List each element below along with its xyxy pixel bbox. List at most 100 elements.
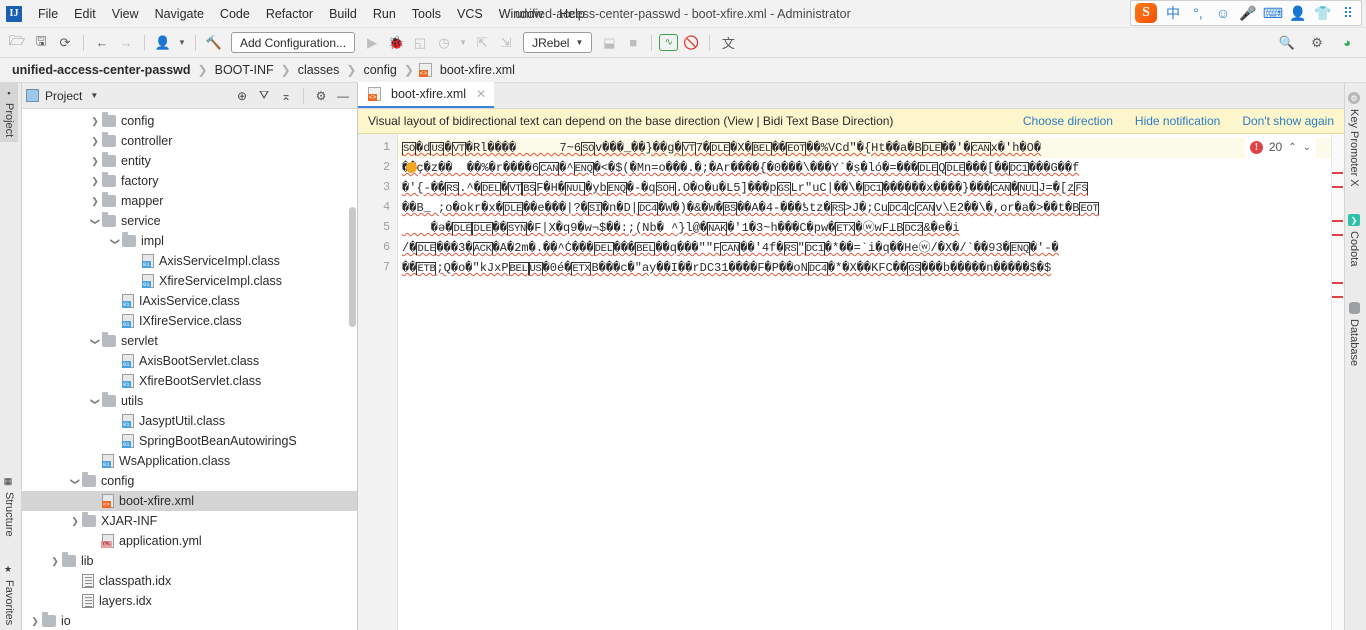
code-line[interactable]: SO�dUS�VT�Rl���� 7~6SOv���_��}��g�VT7�DL…: [398, 138, 1344, 158]
code-content[interactable]: SO�dUS�VT�Rl���� 7~6SOv���_��}��g�VT7�DL…: [398, 134, 1344, 630]
chevron-down-icon[interactable]: ▼: [176, 32, 188, 54]
chevron-right-icon[interactable]: ❯: [88, 156, 102, 167]
editor-tab-boot-xfire-xml[interactable]: boot-xfire.xml ✕: [358, 82, 495, 108]
tree-node-io[interactable]: ❯ io: [22, 611, 357, 630]
menu-item-run[interactable]: Run: [365, 4, 404, 24]
jrebel-monitor-icon[interactable]: ∿: [659, 34, 679, 51]
sidebar-item-key-promoter[interactable]: ⚙ Key Promoter X: [1345, 87, 1363, 192]
gear-icon[interactable]: ⚙: [311, 86, 331, 106]
forward-arrow-icon[interactable]: →: [115, 32, 137, 54]
code-line[interactable]: /�DLE���3�ACK�A�2m�.��^Ċ���DEL���BEL��q�…: [398, 238, 1344, 258]
chevron-right-icon[interactable]: ❯: [48, 556, 62, 567]
open-icon[interactable]: 🗁: [6, 32, 28, 54]
menu-item-code[interactable]: Code: [212, 4, 258, 24]
menu-item-build[interactable]: Build: [321, 4, 365, 24]
error-marker[interactable]: [1332, 234, 1343, 236]
chevron-right-icon[interactable]: ❯: [88, 116, 102, 127]
hide-notification-link[interactable]: Hide notification: [1135, 114, 1220, 128]
breadcrumb-item-classes[interactable]: classes: [296, 63, 342, 77]
chevron-down-icon[interactable]: ▼: [90, 91, 98, 100]
menu-item-view[interactable]: View: [104, 4, 147, 24]
jrebel-selector[interactable]: JRebel ▼: [523, 32, 593, 53]
code-line[interactable]: ��ç�z�� ��%�r����6CAN�^ENQ�<�$(�Mn=o���.…: [398, 158, 1344, 178]
tree-node-service[interactable]: ❯ service: [22, 211, 357, 231]
sidebar-item-favorites[interactable]: ★ Favorites: [0, 560, 18, 630]
search-icon[interactable]: 🔍: [1276, 32, 1298, 54]
sidebar-item-structure[interactable]: ▦ Structure: [0, 472, 18, 542]
expand-all-icon[interactable]: ⛛: [254, 86, 274, 106]
hide-panel-icon[interactable]: —: [333, 86, 353, 106]
ime-punctuation-icon[interactable]: °,: [1189, 4, 1207, 22]
menu-item-tools[interactable]: Tools: [404, 4, 449, 24]
chevron-down-icon[interactable]: ❯: [70, 474, 81, 488]
tree-node-wsapplication-class[interactable]: WsApplication.class: [22, 451, 357, 471]
tree-node-xfireserviceimpl-class[interactable]: XfireServiceImpl.class: [22, 271, 357, 291]
choose-direction-link[interactable]: Choose direction: [1023, 114, 1113, 128]
tree-node-factory[interactable]: ❯ factory: [22, 171, 357, 191]
tree-node-xjar-inf[interactable]: ❯ XJAR-INF: [22, 511, 357, 531]
update-app-icon[interactable]: ⇲: [495, 32, 517, 54]
previous-error-icon[interactable]: ⌃: [1288, 142, 1296, 153]
chevron-down-icon[interactable]: ▼: [457, 32, 469, 54]
chevron-down-icon[interactable]: ❯: [90, 214, 101, 228]
chevron-right-icon[interactable]: ❯: [88, 176, 102, 187]
menu-item-window[interactable]: Window: [491, 4, 551, 24]
ime-skin-icon[interactable]: 👕: [1314, 4, 1332, 22]
code-line[interactable]: ��ETB;Q�o�"kJxPBEL US�0é�ETXB���c�"ay��I�…: [398, 258, 1344, 278]
error-marker-bar[interactable]: [1331, 134, 1344, 630]
error-marker[interactable]: [1332, 282, 1343, 284]
tree-node-lib[interactable]: ❯ lib: [22, 551, 357, 571]
project-panel-title-group[interactable]: Project ▼: [26, 89, 98, 103]
tree-node-axisbootservlet-class[interactable]: AxisBootServlet.class: [22, 351, 357, 371]
tree-node-iaxisservice-class[interactable]: IAxisService.class: [22, 291, 357, 311]
project-tree[interactable]: ❯ config ❯ controller ❯ entity ❯ factory ❯ mapper…: [22, 109, 357, 630]
breadcrumb-item-config[interactable]: config: [361, 63, 398, 77]
profiler-icon[interactable]: ◷: [433, 32, 455, 54]
run-icon[interactable]: ▶: [361, 32, 383, 54]
tree-node-boot-xfire-xml[interactable]: boot-xfire.xml: [22, 491, 357, 511]
tree-node-axisserviceimpl-class[interactable]: AxisServiceImpl.class: [22, 251, 357, 271]
tree-node-application-yml[interactable]: application.yml: [22, 531, 357, 551]
breadcrumb-item-file[interactable]: boot-xfire.xml: [438, 63, 517, 77]
tree-node-classpath-idx[interactable]: classpath.idx: [22, 571, 357, 591]
ime-keyboard-icon[interactable]: ⌨: [1263, 4, 1283, 22]
disable-icon[interactable]: 🚫: [680, 32, 702, 54]
ime-user-icon[interactable]: 👤: [1289, 4, 1307, 22]
chevron-right-icon[interactable]: ❯: [28, 616, 42, 627]
translate-icon[interactable]: 文: [717, 32, 739, 54]
breadcrumb-item-project[interactable]: unified-access-center-passwd: [10, 63, 193, 77]
tree-node-servlet[interactable]: ❯ servlet: [22, 331, 357, 351]
ime-emoji-icon[interactable]: ☺: [1214, 4, 1232, 22]
error-marker[interactable]: [1332, 220, 1343, 222]
run-configuration-selector[interactable]: Add Configuration...: [231, 32, 356, 53]
rerun-icon[interactable]: ⬓: [598, 32, 620, 54]
chevron-down-icon[interactable]: ❯: [110, 234, 121, 248]
collapse-all-icon[interactable]: ⌅: [276, 86, 296, 106]
sidebar-item-project[interactable]: ▪ Project: [0, 83, 18, 143]
sidebar-item-codota[interactable]: ❯ Codota: [1345, 209, 1363, 271]
tree-node-impl[interactable]: ❯ impl: [22, 231, 357, 251]
locate-file-icon[interactable]: ⊕: [232, 86, 252, 106]
attach-icon[interactable]: ⇱: [471, 32, 493, 54]
chevron-right-icon[interactable]: ❯: [88, 136, 102, 147]
chevron-down-icon[interactable]: ❯: [90, 394, 101, 408]
save-all-icon[interactable]: 🖫: [30, 32, 52, 54]
close-icon[interactable]: ✕: [476, 87, 486, 101]
stop-icon[interactable]: ■: [622, 32, 644, 54]
tree-node-jasyptutil-class[interactable]: JasyptUtil.class: [22, 411, 357, 431]
sync-icon[interactable]: ⟳: [54, 32, 76, 54]
scrollbar-thumb[interactable]: [349, 207, 356, 327]
project-tree-scrollbar[interactable]: [348, 109, 357, 630]
tree-node-entity[interactable]: ❯ entity: [22, 151, 357, 171]
ime-voice-icon[interactable]: 🎤: [1239, 4, 1257, 22]
sidebar-item-database[interactable]: Database: [1345, 297, 1363, 371]
chevron-right-icon[interactable]: ❯: [88, 196, 102, 207]
error-marker[interactable]: [1332, 296, 1343, 298]
profile-icon[interactable]: 👤: [152, 32, 174, 54]
code-line[interactable]: �'{-��RS.^�DEL�VT BSF�H�NUL�ybENQ�-�qSOH.…: [398, 178, 1344, 198]
tree-node-config[interactable]: ❯ config: [22, 111, 357, 131]
menu-item-file[interactable]: File: [30, 4, 66, 24]
tree-node-config[interactable]: ❯ config: [22, 471, 357, 491]
gear-icon[interactable]: ⚙: [1306, 32, 1328, 54]
menu-item-edit[interactable]: Edit: [66, 4, 104, 24]
